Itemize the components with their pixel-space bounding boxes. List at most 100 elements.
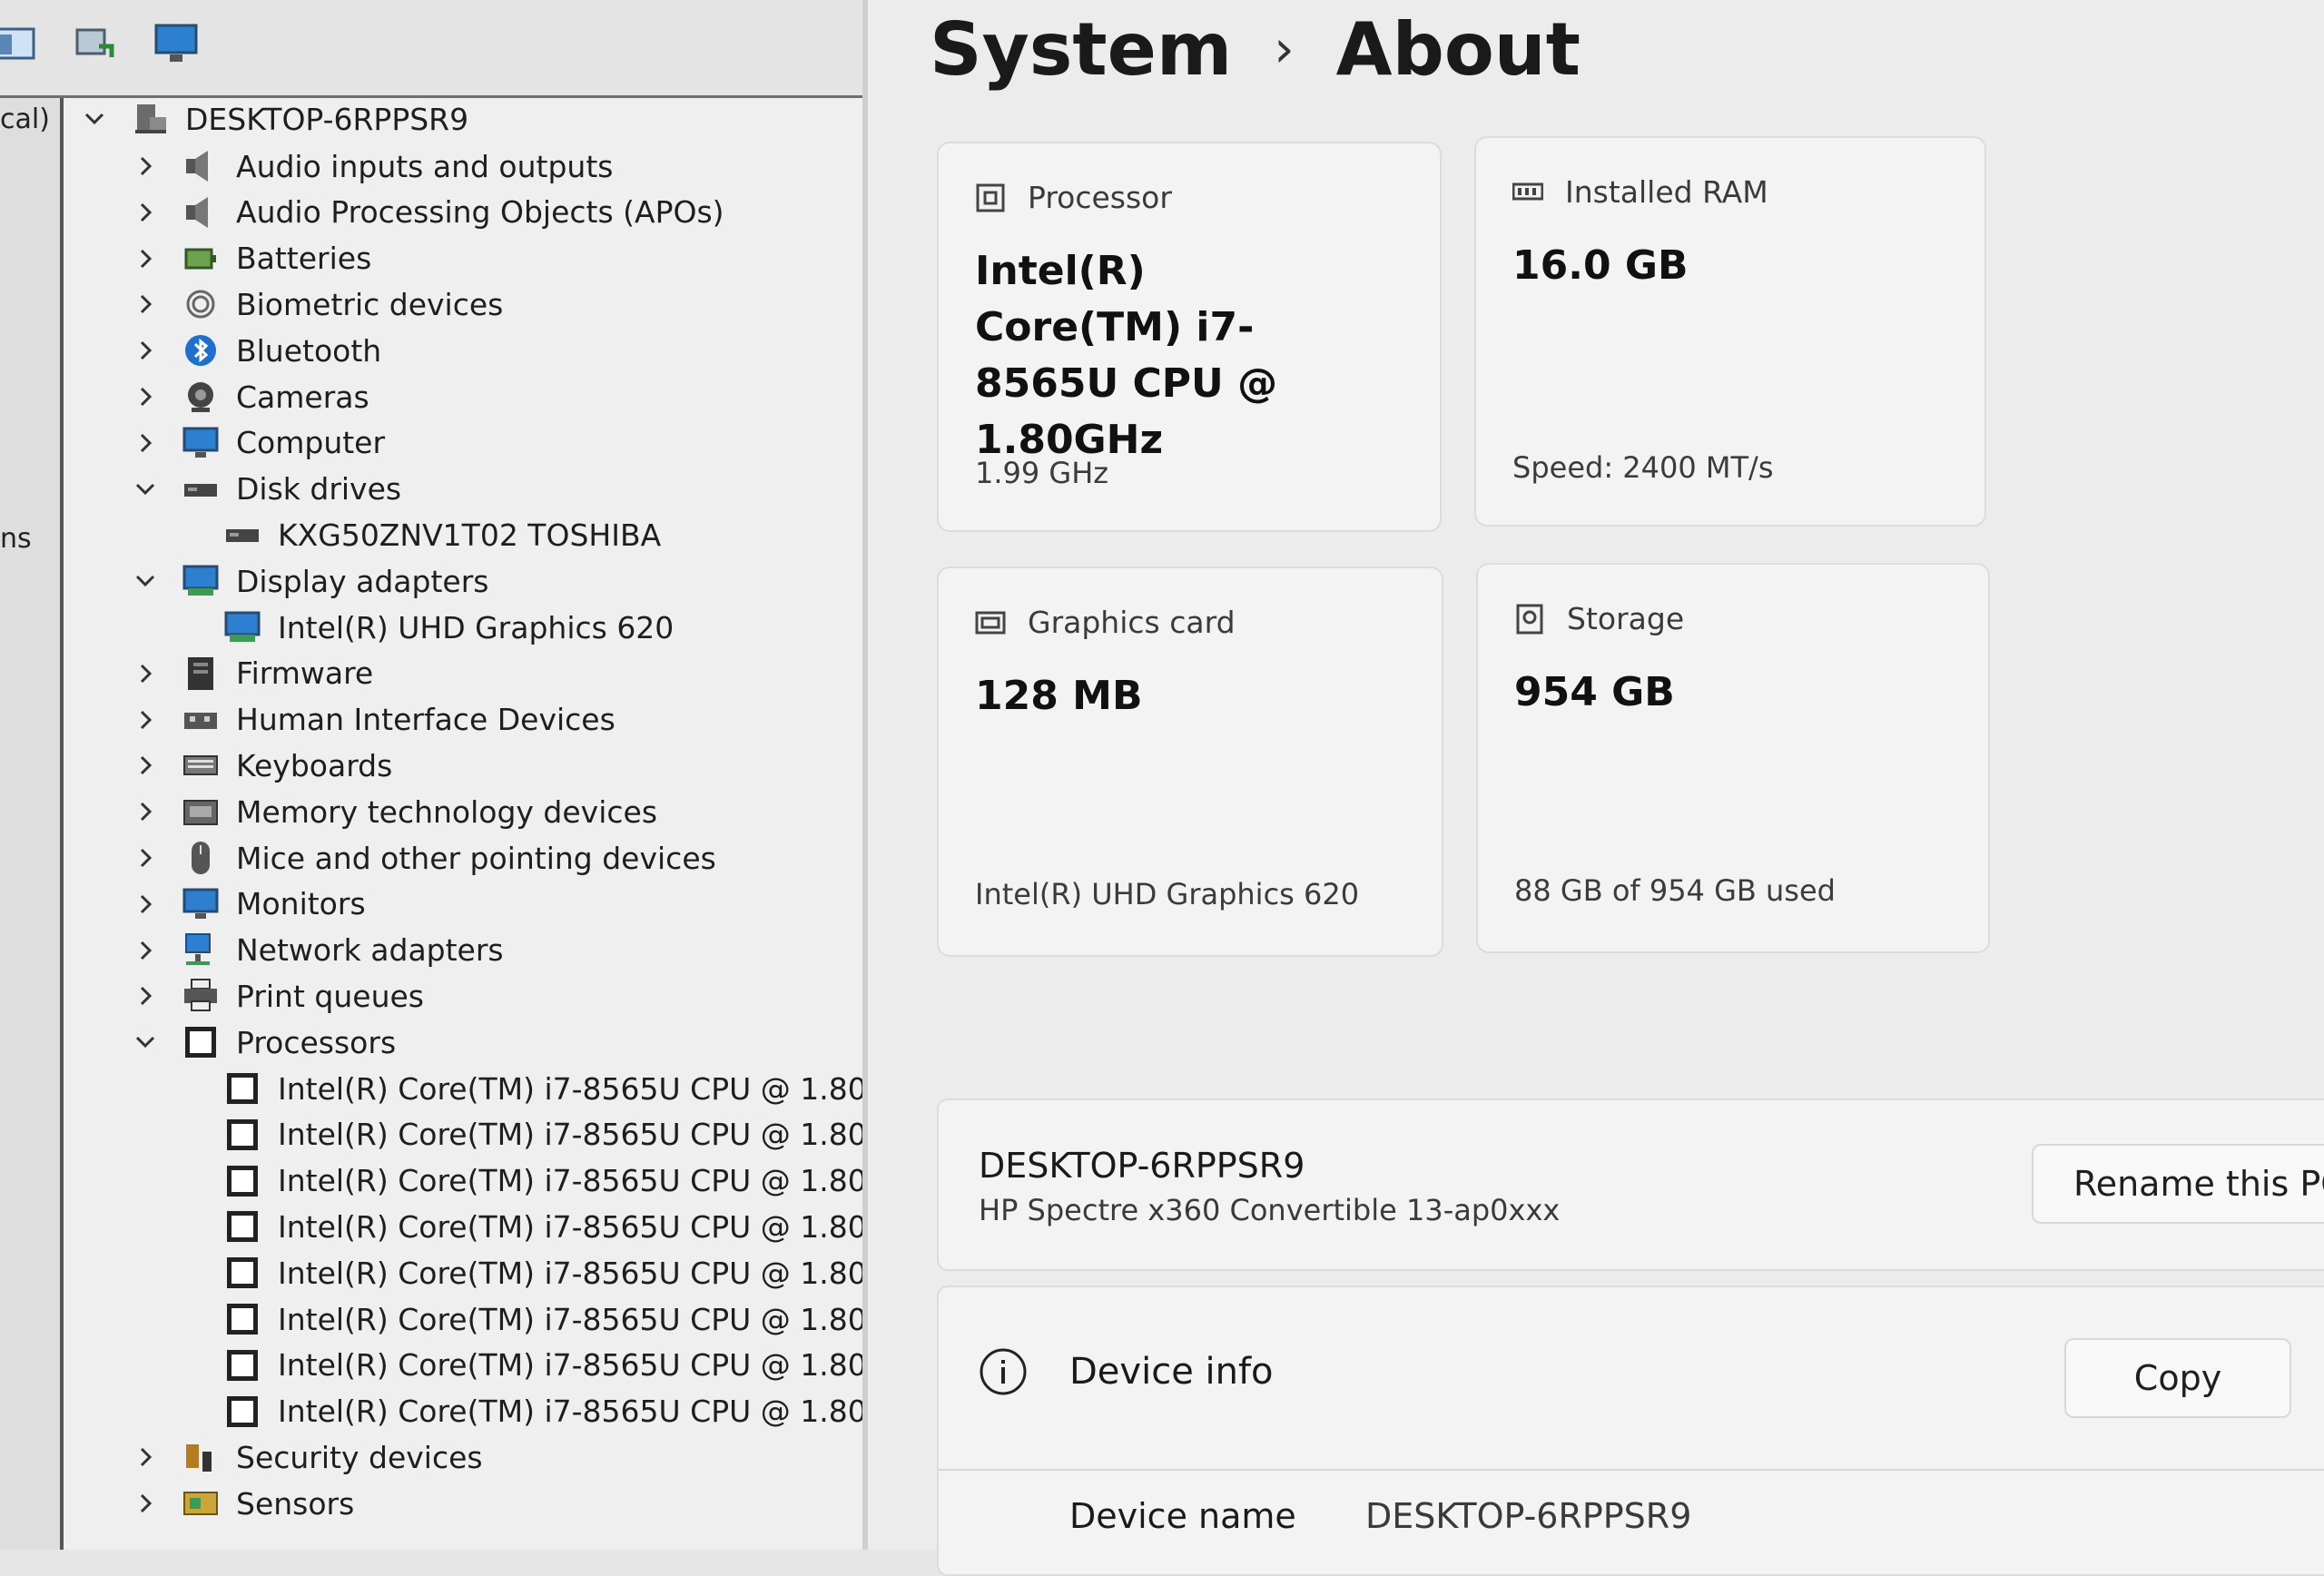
pc-name: DESKTOP-6RPPSR9 (979, 1146, 1305, 1186)
tree-child-item[interactable]: Intel(R) Core(TM) i7-8565U CPU @ 1.80GHz (223, 1345, 862, 1386)
processor-card-header: Processor (975, 180, 1172, 215)
tree-item-label: Intel(R) Core(TM) i7-8565U CPU @ 1.80GHz (278, 1208, 862, 1245)
breadcrumb: System › About (930, 7, 1581, 92)
graphics-card-icon (975, 607, 1006, 638)
tree-item-label: Sensors (236, 1485, 355, 1522)
tree-category-item[interactable]: Cameras (133, 376, 369, 418)
ram-card-header: Installed RAM (1512, 174, 1768, 210)
tree-category-item[interactable]: Sensors (133, 1482, 354, 1524)
chevron-down-icon[interactable] (133, 477, 158, 502)
tree-category-item[interactable]: Audio inputs and outputs (133, 145, 613, 187)
device-manager-toolbar (0, 0, 862, 98)
tree-child-item[interactable]: Intel(R) UHD Graphics 620 (223, 606, 674, 648)
tree-child-item[interactable]: Intel(R) Core(TM) i7-8565U CPU @ 1.80GHz (223, 1298, 862, 1340)
storage-value: 954 GB (1514, 669, 1675, 715)
device-info-title: Device info (1069, 1351, 1274, 1393)
update-driver-button[interactable] (71, 20, 118, 67)
chevron-right-icon[interactable] (133, 153, 158, 179)
speaker-icon (182, 148, 220, 184)
tree-child-item[interactable]: Intel(R) Core(TM) i7-8565U CPU @ 1.80GHz (223, 1160, 862, 1202)
tree-category-item[interactable]: Biometric devices (133, 283, 503, 325)
tree-category-item[interactable]: Computer (133, 422, 385, 464)
tree-category-item[interactable]: Network adapters (133, 930, 504, 971)
tree-category-item[interactable]: Human Interface Devices (133, 699, 615, 741)
tree-category-item[interactable]: Keyboards (133, 744, 392, 786)
chevron-right-icon[interactable] (133, 1491, 158, 1516)
device-name-label: Device name (1069, 1496, 1296, 1536)
tree-item-label: Biometric devices (236, 286, 504, 322)
tree-category-item[interactable]: Disk drives (133, 468, 401, 510)
processor-icon (182, 1024, 220, 1060)
chevron-right-icon[interactable] (133, 338, 158, 363)
chevron-right-icon[interactable] (133, 891, 158, 917)
tree-category-item[interactable]: Display adapters (133, 560, 488, 602)
chevron-down-icon[interactable] (133, 1029, 158, 1055)
display-adapter-icon (223, 609, 261, 645)
chevron-down-icon[interactable] (133, 568, 158, 594)
tree-category-item[interactable]: Bluetooth (133, 330, 381, 371)
chevron-right-icon[interactable] (133, 1444, 158, 1470)
device-info-section: Device info Copy Device name DESKTOP-6RP… (937, 1285, 2324, 1576)
chevron-right-icon[interactable] (133, 845, 158, 871)
tree-root-label: DESKTOP-6RPPSR9 (185, 101, 469, 137)
bluetooth-icon (182, 332, 220, 369)
chevron-right-icon[interactable] (133, 661, 158, 686)
tree-item-label: Batteries (236, 241, 372, 277)
tree-category-item[interactable]: Audio Processing Objects (APOs) (133, 192, 724, 233)
tree-category-item[interactable]: Mice and other pointing devices (133, 837, 716, 879)
device-name-value: DESKTOP-6RPPSR9 (1365, 1496, 1692, 1536)
tree-item-label: Intel(R) Core(TM) i7-8565U CPU @ 1.80GHz (278, 1255, 862, 1291)
processor-icon (223, 1163, 261, 1199)
chevron-right-icon[interactable] (133, 384, 158, 409)
keyboard-icon (182, 747, 220, 783)
tree-child-item[interactable]: Intel(R) Core(TM) i7-8565U CPU @ 1.80GHz (223, 1114, 862, 1156)
chevron-right-icon[interactable] (133, 200, 158, 225)
processor-value: Intel(R) Core(TM) i7-8565U CPU @ 1.80GHz (975, 248, 1278, 463)
tree-category-item[interactable]: Print queues (133, 975, 424, 1017)
graphics-adapter: Intel(R) UHD Graphics 620 (975, 877, 1360, 911)
tree-category-item[interactable]: Firmware (133, 653, 373, 694)
tree-category-item[interactable]: Monitors (133, 883, 366, 925)
tree-category-item[interactable]: Processors (133, 1021, 396, 1063)
battery-icon (182, 241, 220, 277)
chevron-right-icon[interactable] (133, 983, 158, 1009)
computer-icon (131, 101, 169, 137)
chevron-down-icon[interactable] (82, 106, 107, 132)
tree-item-label: Intel(R) UHD Graphics 620 (278, 609, 675, 645)
monitor-icon (154, 24, 198, 62)
scan-hardware-button[interactable] (153, 20, 200, 67)
tree-category-item[interactable]: Batteries (133, 238, 371, 280)
processor-card: Processor Intel(R) Core(TM) i7-8565U CPU… (937, 142, 1442, 532)
rename-pc-button[interactable]: Rename this PC (2032, 1144, 2324, 1224)
computer-icon (182, 425, 220, 461)
pc-name-row: DESKTOP-6RPPSR9 HP Spectre x360 Converti… (937, 1098, 2324, 1271)
properties-button[interactable] (0, 20, 38, 67)
copy-button[interactable]: Copy (2064, 1338, 2291, 1418)
graphics-card-header: Graphics card (975, 605, 1236, 640)
breadcrumb-system[interactable]: System (930, 7, 1232, 92)
hid-icon (182, 702, 220, 738)
tree-child-item[interactable]: Intel(R) Core(TM) i7-8565U CPU @ 1.80GHz (223, 1391, 862, 1433)
chevron-right-icon[interactable] (133, 430, 158, 456)
chevron-right-icon[interactable] (133, 753, 158, 778)
tree-child-item[interactable]: Intel(R) Core(TM) i7-8565U CPU @ 1.80GHz (223, 1206, 862, 1247)
tree-child-item[interactable]: Intel(R) Core(TM) i7-8565U CPU @ 1.80GHz (223, 1068, 862, 1109)
tree-root[interactable]: DESKTOP-6RPPSR9 (82, 98, 468, 140)
chevron-right-icon[interactable] (133, 799, 158, 824)
display-adapter-icon (182, 563, 220, 599)
tree-category-item[interactable]: Memory technology devices (133, 791, 657, 832)
tree-child-item[interactable]: Intel(R) Core(TM) i7-8565U CPU @ 1.80GHz (223, 1252, 862, 1294)
chevron-right-icon[interactable] (133, 707, 158, 733)
tree-category-item[interactable]: Security devices (133, 1436, 483, 1478)
ram-icon (1512, 177, 1543, 208)
chevron-right-icon[interactable] (133, 246, 158, 271)
tree-child-item[interactable]: KXG50ZNV1T02 TOSHIBA (223, 514, 661, 556)
tree-item-label: Intel(R) Core(TM) i7-8565U CPU @ 1.80GHz (278, 1394, 862, 1430)
chevron-right-icon[interactable] (133, 938, 158, 963)
storage-card: Storage 954 GB 88 GB of 954 GB used (1476, 563, 1990, 953)
sensor-icon (182, 1485, 220, 1522)
chevron-right-icon[interactable] (133, 291, 158, 317)
camera-icon (182, 379, 220, 415)
memory-icon (182, 793, 220, 830)
tree-item-label: Audio inputs and outputs (236, 148, 614, 184)
